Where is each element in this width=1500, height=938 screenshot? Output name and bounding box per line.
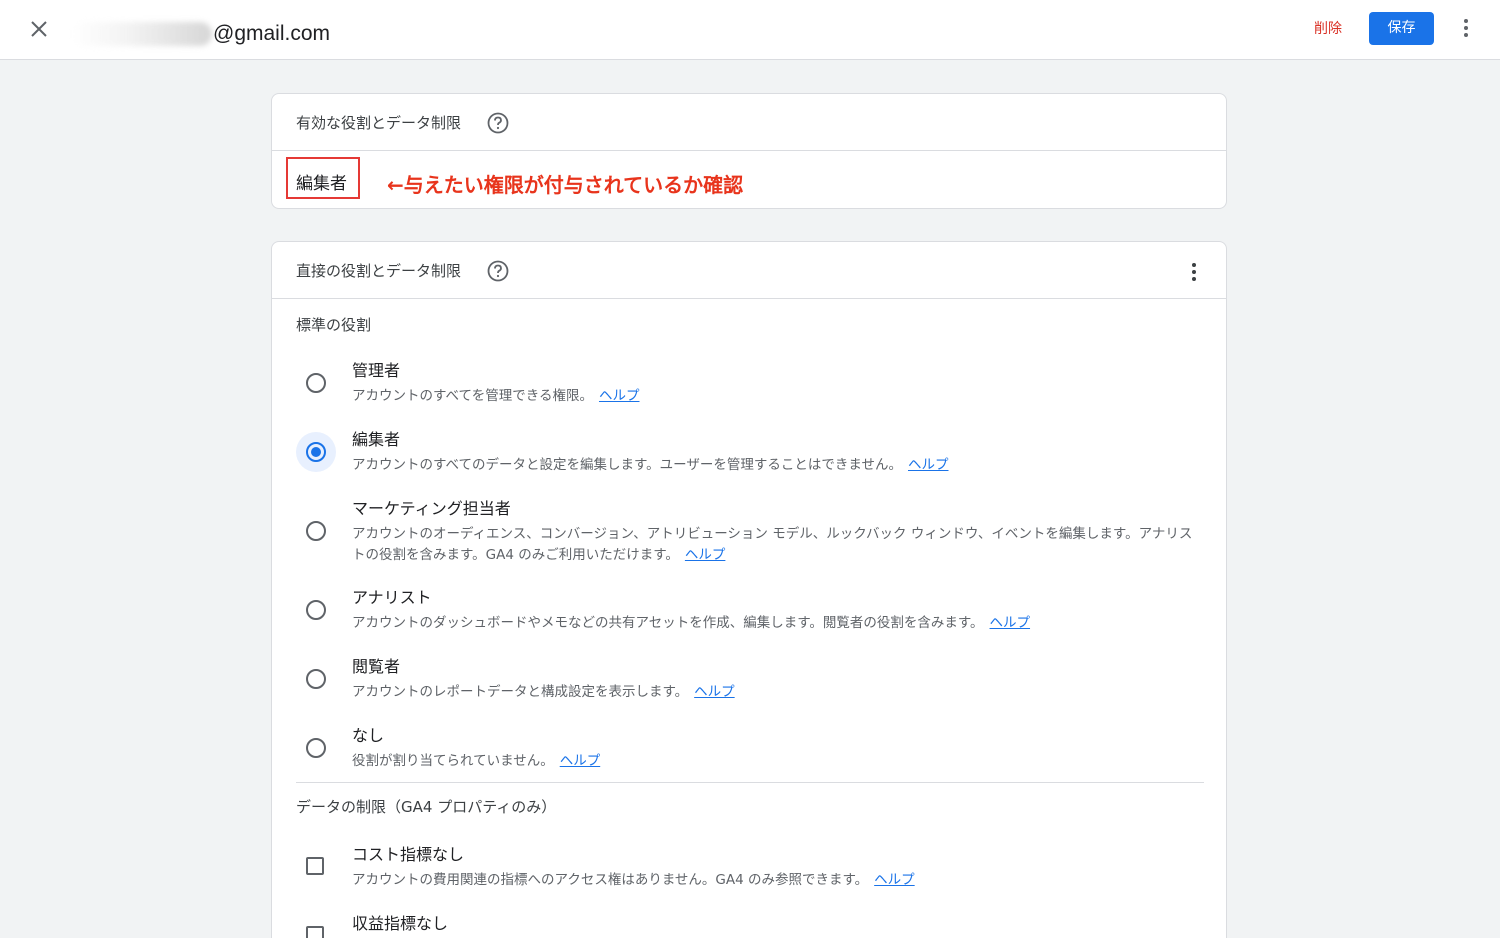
role-title: 閲覧者 bbox=[352, 657, 401, 676]
help-link[interactable]: ヘルプ bbox=[874, 872, 915, 888]
top-bar: @gmail.com 削除 保存 bbox=[0, 0, 1500, 60]
help-link[interactable]: ヘルプ bbox=[599, 388, 640, 404]
save-button[interactable]: 保存 bbox=[1369, 12, 1434, 45]
role-title: マーケティング担当者 bbox=[352, 499, 511, 518]
help-link[interactable]: ヘルプ bbox=[685, 547, 726, 563]
help-icon[interactable] bbox=[487, 112, 509, 134]
radio-button[interactable] bbox=[306, 521, 326, 541]
role-description: 役割が割り当てられていません。 ヘルプ bbox=[352, 753, 601, 769]
standard-roles-label: 標準の役割 bbox=[296, 316, 372, 334]
role-description: アカウントのオーディエンス、コンバージョン、アトリビューション モデル、ルックバ… bbox=[352, 526, 1193, 563]
role-title: アナリスト bbox=[352, 588, 432, 607]
annotation-text: ←与えたい権限が付与されているか確認 bbox=[387, 173, 744, 197]
checkbox[interactable] bbox=[306, 857, 324, 875]
role-title: 編集者 bbox=[352, 430, 401, 449]
radio-button-selected[interactable] bbox=[306, 442, 326, 462]
data-restrictions-label: データの制限（GA4 プロパティのみ） bbox=[296, 798, 557, 816]
redacted-email-prefix bbox=[72, 22, 212, 46]
help-link[interactable]: ヘルプ bbox=[908, 457, 949, 473]
close-button[interactable] bbox=[22, 12, 56, 46]
effective-roles-card: 有効な役割とデータ制限 編集者 ←与えたい権限が付与されているか確認 bbox=[271, 93, 1227, 209]
role-description: アカウントのすべてのデータと設定を編集します。ユーザーを管理することはできません… bbox=[352, 457, 949, 473]
role-description: アカウントのすべてを管理できる権限。 ヘルプ bbox=[352, 388, 640, 404]
role-description: アカウントのレポートデータと構成設定を表示します。 ヘルプ bbox=[352, 684, 735, 700]
close-icon bbox=[31, 21, 47, 37]
effective-roles-title: 有効な役割とデータ制限 bbox=[296, 114, 462, 132]
role-title: 管理者 bbox=[352, 361, 401, 380]
help-link[interactable]: ヘルプ bbox=[694, 684, 735, 700]
section-divider bbox=[296, 782, 1204, 783]
radio-button[interactable] bbox=[306, 373, 326, 393]
radio-button[interactable] bbox=[306, 669, 326, 689]
radio-button[interactable] bbox=[306, 600, 326, 620]
delete-button[interactable]: 削除 bbox=[1304, 15, 1352, 43]
effective-role-value: 編集者 bbox=[296, 174, 347, 194]
more-vert-icon bbox=[1192, 263, 1196, 281]
card-header: 直接の役割とデータ制限 bbox=[272, 242, 1226, 299]
role-title: なし bbox=[352, 726, 385, 745]
user-email: @gmail.com bbox=[213, 22, 331, 45]
direct-roles-card: 直接の役割とデータ制限 標準の役割 管理者 アカウントのすべてを管理できる権限。… bbox=[271, 241, 1227, 938]
more-vert-icon bbox=[1464, 19, 1468, 37]
help-icon[interactable] bbox=[487, 260, 509, 282]
checkbox[interactable] bbox=[306, 926, 324, 938]
help-link[interactable]: ヘルプ bbox=[560, 753, 601, 769]
role-description: アカウントのダッシュボードやメモなどの共有アセットを作成、編集します。閲覧者の役… bbox=[352, 615, 1031, 631]
help-link[interactable]: ヘルプ bbox=[990, 615, 1031, 631]
restriction-description: アカウントの費用関連の指標へのアクセス権はありません。GA4 のみ参照できます。… bbox=[352, 872, 915, 888]
radio-button[interactable] bbox=[306, 738, 326, 758]
restriction-title: 収益指標なし bbox=[352, 914, 449, 933]
direct-roles-title: 直接の役割とデータ制限 bbox=[296, 262, 462, 280]
more-options-button[interactable] bbox=[1454, 14, 1478, 42]
card-header: 有効な役割とデータ制限 bbox=[272, 94, 1226, 151]
card-more-button[interactable] bbox=[1182, 260, 1206, 284]
restriction-title: コスト指標なし bbox=[352, 845, 465, 864]
